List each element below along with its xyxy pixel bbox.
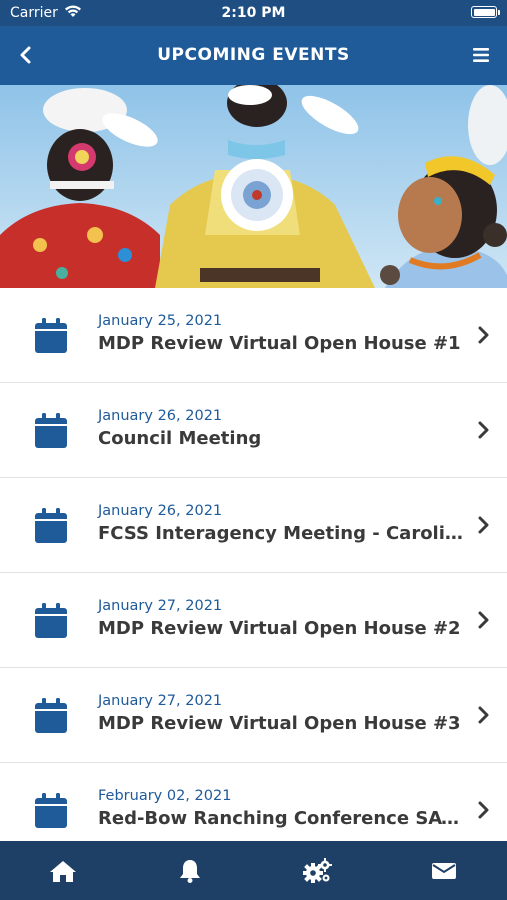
event-list: January 25, 2021 MDP Review Virtual Open… — [0, 288, 507, 841]
event-date: January 26, 2021 — [98, 503, 223, 519]
event-title: FCSS Interagency Meeting - Caroline — [98, 523, 463, 544]
gears-icon — [303, 857, 332, 883]
bell-icon — [180, 859, 200, 883]
envelope-icon — [432, 862, 456, 879]
tab-home[interactable] — [0, 841, 126, 900]
calendar-icon — [35, 603, 67, 638]
status-time: 2:10 PM — [221, 5, 286, 21]
chevron-right-icon — [478, 421, 489, 439]
event-row[interactable]: January 26, 2021 FCSS Interagency Meetin… — [0, 478, 507, 573]
event-title: MDP Review Virtual Open House #3 — [98, 713, 461, 734]
battery-icon — [471, 6, 497, 18]
event-title: Council Meeting — [98, 428, 262, 449]
calendar-icon — [35, 318, 67, 353]
event-date: January 27, 2021 — [98, 598, 223, 614]
event-date: January 27, 2021 — [98, 693, 223, 709]
chevron-right-icon — [478, 801, 489, 819]
event-row[interactable]: February 02, 2021 Red-Bow Ranching Confe… — [0, 763, 507, 841]
event-date: January 26, 2021 — [98, 408, 223, 424]
event-title: MDP Review Virtual Open House #1 — [98, 333, 461, 354]
calendar-icon — [35, 793, 67, 828]
event-row[interactable]: January 27, 2021 MDP Review Virtual Open… — [0, 668, 507, 763]
battery-tip — [498, 10, 500, 15]
nav-bar: UPCOMING EVENTS — [0, 26, 507, 85]
tab-notifications[interactable] — [127, 841, 253, 900]
tab-messages[interactable] — [381, 841, 507, 900]
menu-button[interactable] — [469, 43, 493, 67]
event-row[interactable]: January 26, 2021 Council Meeting — [0, 383, 507, 478]
calendar-icon — [35, 413, 67, 448]
calendar-icon — [35, 698, 67, 733]
home-icon — [50, 860, 76, 882]
calendar-icon — [35, 508, 67, 543]
event-date: January 25, 2021 — [98, 313, 223, 329]
event-row[interactable]: January 27, 2021 MDP Review Virtual Open… — [0, 573, 507, 668]
page-title: UPCOMING EVENTS — [157, 45, 350, 65]
chevron-right-icon — [478, 516, 489, 534]
tab-bar — [0, 841, 507, 900]
status-bar: Carrier 2:10 PM — [0, 0, 507, 26]
chevron-right-icon — [478, 611, 489, 629]
tab-settings[interactable] — [254, 841, 380, 900]
hero-image — [0, 85, 507, 288]
chevron-right-icon — [478, 706, 489, 724]
event-row[interactable]: January 25, 2021 MDP Review Virtual Open… — [0, 288, 507, 383]
event-title: MDP Review Virtual Open House #2 — [98, 618, 461, 639]
event-title: Red-Bow Ranching Conference SAVE T... — [98, 808, 463, 829]
chevron-right-icon — [478, 326, 489, 344]
event-date: February 02, 2021 — [98, 788, 232, 804]
